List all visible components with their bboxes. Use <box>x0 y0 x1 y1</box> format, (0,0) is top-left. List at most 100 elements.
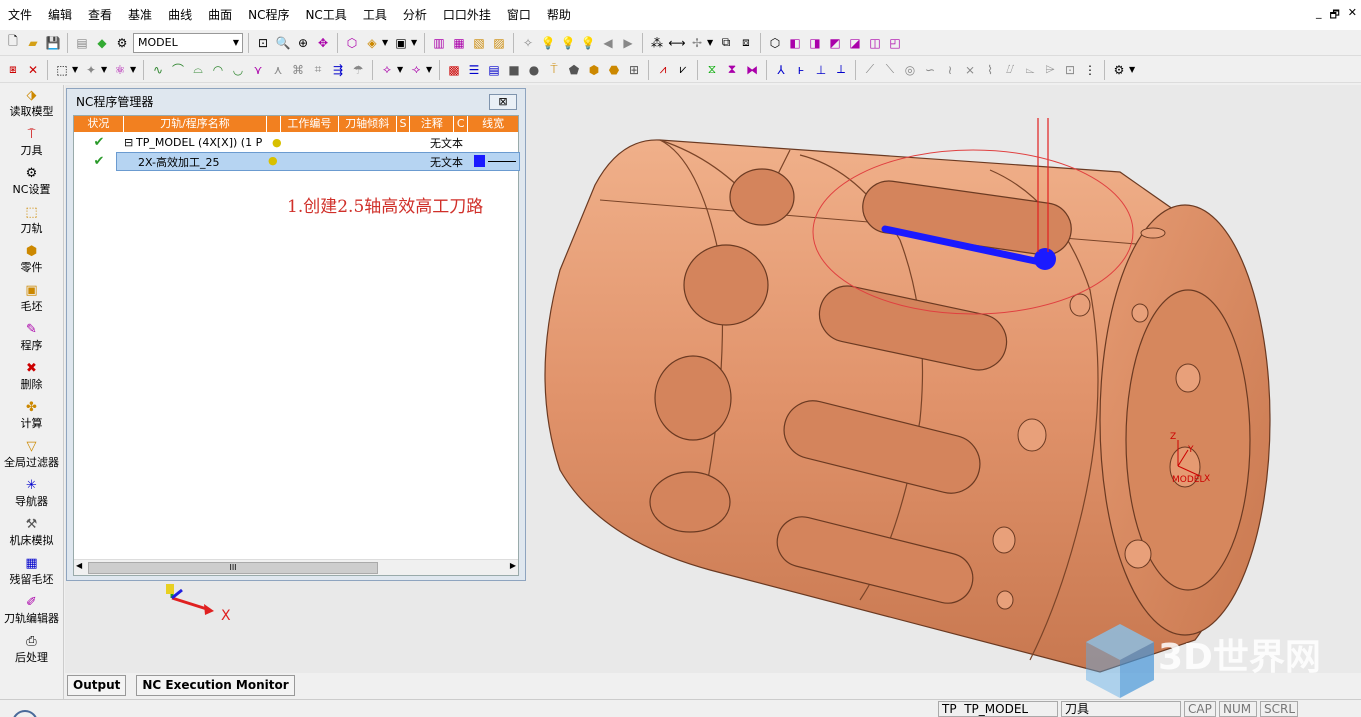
sidebar-item-import-model[interactable]: ⬗ 读取模型 <box>0 85 63 124</box>
tool2-icon[interactable]: ⍑ <box>545 61 563 79</box>
save-icon[interactable]: 💾 <box>44 34 62 52</box>
curve9-icon[interactable]: ⌗ <box>309 61 327 79</box>
tool-display-icon[interactable]: ▧ <box>470 34 488 52</box>
deselect-icon[interactable]: ✕ <box>24 61 42 79</box>
sidebar-item-nc-setup[interactable]: ⚙ NC设置 <box>0 163 63 202</box>
offset-icon[interactable]: ⌲ <box>1041 61 1059 79</box>
scroll-right-icon[interactable]: ▶ <box>510 561 516 570</box>
sidebar-item-part[interactable]: ⬢ 零件 <box>0 241 63 280</box>
block2-icon[interactable]: ■ <box>505 61 523 79</box>
curve2-icon[interactable]: ⌒ <box>169 61 187 79</box>
bulb-icon[interactable]: 💡 <box>539 34 557 52</box>
axis-icon[interactable]: ⅄ <box>772 61 790 79</box>
sidebar-item-rest-stock[interactable]: ▦ 残留毛坯 <box>0 553 63 592</box>
block-icon[interactable]: ▥ <box>430 34 448 52</box>
menu-surface[interactable]: 曲面 <box>200 0 240 30</box>
curve5-icon[interactable]: ◡ <box>229 61 247 79</box>
arrow-right-icon[interactable]: ▶ <box>619 34 637 52</box>
dimension-icon[interactable]: ⁂ <box>648 34 666 52</box>
sidebar-item-post-process[interactable]: ⎙ 后处理 <box>0 631 63 670</box>
light-icon[interactable]: ✧ <box>519 34 537 52</box>
axis3-icon[interactable]: ⊥ <box>812 61 830 79</box>
fillet-icon[interactable]: ⌇ <box>981 61 999 79</box>
view-bottom-icon[interactable]: ◰ <box>886 34 904 52</box>
col-blank[interactable] <box>267 116 282 132</box>
circle-icon[interactable]: ◎ <box>901 61 919 79</box>
axis4-icon[interactable]: ⟂ <box>832 61 850 79</box>
line2-icon[interactable]: ⟍ <box>881 61 899 79</box>
close-button[interactable]: ⊠ <box>489 94 517 110</box>
calc-icon[interactable]: ▩ <box>445 61 463 79</box>
sidebar-item-navigator[interactable]: ✳ 导航器 <box>0 475 63 514</box>
bulb-icon[interactable]: ● <box>268 154 278 167</box>
arrow-left-icon[interactable]: ◀ <box>599 34 617 52</box>
spline2-icon[interactable]: ≀ <box>941 61 959 79</box>
bulb-off-icon[interactable]: 💡 <box>579 34 597 52</box>
menu-tools[interactable]: 工具 <box>355 0 395 30</box>
minimize-icon[interactable]: _ <box>1316 6 1322 25</box>
restore-icon[interactable]: 🗗 <box>1329 6 1339 25</box>
display-mode-icon[interactable]: ▣ <box>392 34 410 52</box>
bulb-on-icon[interactable]: 💡 <box>559 34 577 52</box>
chevron-down-icon[interactable]: ▼ <box>426 65 434 74</box>
surface-icon[interactable]: ◆ <box>93 34 111 52</box>
view-iso-icon[interactable]: ⬡ <box>766 34 784 52</box>
col-line-width[interactable]: 线宽 <box>468 116 518 132</box>
shape4-icon[interactable]: ⊞ <box>625 61 643 79</box>
view-right-icon[interactable]: ◪ <box>846 34 864 52</box>
shape2-icon[interactable]: ⬢ <box>585 61 603 79</box>
shape-icon[interactable]: ⬟ <box>565 61 583 79</box>
extend-icon[interactable]: ⌳ <box>1021 61 1039 79</box>
bulb-icon[interactable]: ● <box>272 136 286 149</box>
layer-icon[interactable]: ▤ <box>73 34 91 52</box>
chevron-down-icon[interactable]: ▼ <box>101 65 109 74</box>
curve11-icon[interactable]: ☂ <box>349 61 367 79</box>
model-select[interactable]: MODEL ▼ <box>133 32 243 53</box>
curve4-icon[interactable]: ◠ <box>209 61 227 79</box>
paste-icon[interactable]: ⧈ <box>737 34 755 52</box>
curve6-icon[interactable]: ⋎ <box>249 61 267 79</box>
chevron-down-icon[interactable]: ▼ <box>382 38 390 47</box>
sidebar-item-machine-sim[interactable]: ⚒ 机床模拟 <box>0 514 63 553</box>
filter-icon[interactable]: ✦ <box>82 61 100 79</box>
col-name[interactable]: 刀轨/程序名称 <box>124 116 268 132</box>
sim2-icon[interactable]: ⧗ <box>723 61 741 79</box>
chevron-down-icon[interactable]: ▼ <box>1129 65 1137 74</box>
curve-icon[interactable]: ∿ <box>149 61 167 79</box>
chevron-down-icon[interactable]: ▼ <box>130 65 138 74</box>
menu-file[interactable]: 文件 <box>0 0 40 30</box>
menu-view[interactable]: 查看 <box>80 0 120 30</box>
collapse-icon[interactable]: ⊟ <box>124 136 136 149</box>
sidebar-item-tool[interactable]: ⍑ 刀具 <box>0 124 63 163</box>
col-s[interactable]: S <box>397 116 411 132</box>
block3-icon[interactable]: ● <box>525 61 543 79</box>
line-icon[interactable]: ⟋ <box>861 61 879 79</box>
menu-plugin[interactable]: 口口外挂 <box>435 0 499 30</box>
model-icon[interactable]: ⚙ <box>113 34 131 52</box>
view-left-icon[interactable]: ◩ <box>826 34 844 52</box>
select-icon[interactable]: ⧆ <box>4 61 22 79</box>
sidebar-item-toolpath-editor[interactable]: ✐ 刀轨编辑器 <box>0 592 63 631</box>
settings-icon[interactable]: ⚙ <box>1110 61 1128 79</box>
measure-icon[interactable]: ⟷ <box>668 34 686 52</box>
shape3-icon[interactable]: ⬣ <box>605 61 623 79</box>
zoom-in-icon[interactable]: ⊕ <box>294 34 312 52</box>
open-folder-icon[interactable]: ▰ <box>24 34 42 52</box>
graph2-icon[interactable]: ⩗ <box>674 61 692 79</box>
col-job-number[interactable]: 工作编号 <box>281 116 339 132</box>
nc-row-toolpath[interactable]: ✔ 2X-高效加工_25 ● 无文本 <box>74 152 520 171</box>
filter2-icon[interactable]: ⚛ <box>111 61 129 79</box>
zoom-box-icon[interactable]: 🔍 <box>274 34 292 52</box>
sidebar-item-global-filter[interactable]: ▽ 全局过滤器 <box>0 436 63 475</box>
graph-icon[interactable]: ⩘ <box>654 61 672 79</box>
close-icon[interactable]: ✕ <box>1348 6 1357 25</box>
col-tool-tilt[interactable]: 刀轴倾斜 <box>339 116 397 132</box>
nc-row-program[interactable]: ✔ ⊟ TP_MODEL (4X[X]) (1 P ● 无文本 <box>74 133 520 152</box>
menu-nc-program[interactable]: NC程序 <box>240 0 297 30</box>
horizontal-scrollbar[interactable]: ◀ III ▶ <box>74 559 518 575</box>
rotate-icon[interactable]: ✥ <box>314 34 332 52</box>
menu-analysis[interactable]: 分析 <box>395 0 435 30</box>
iso-view-icon[interactable]: ⬡ <box>343 34 361 52</box>
toolpath-display-icon[interactable]: ▨ <box>490 34 508 52</box>
scroll-left-icon[interactable]: ◀ <box>76 561 82 570</box>
